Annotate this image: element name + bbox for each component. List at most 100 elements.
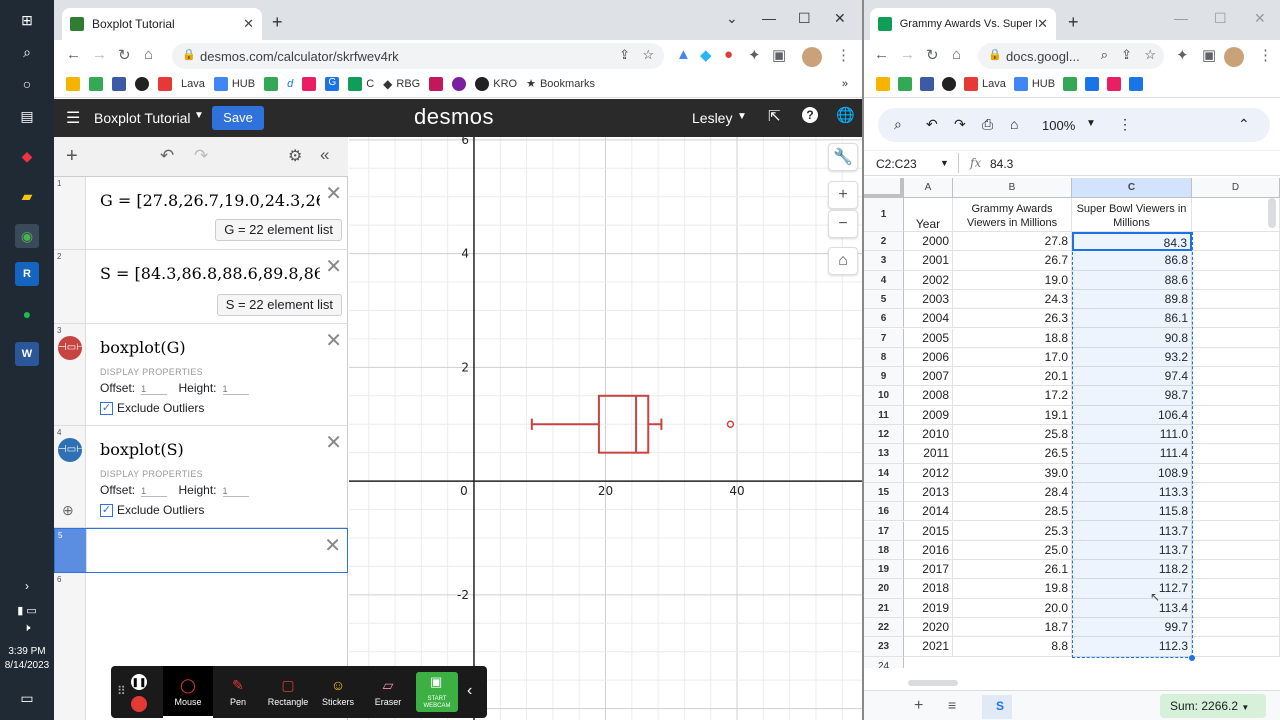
pen-tool-button[interactable]: ✎ Pen [213, 666, 263, 718]
windows-start-icon[interactable]: ⊞ [15, 8, 39, 32]
spotify-icon[interactable]: ● [15, 302, 39, 326]
cell-grammy-viewers[interactable]: 19.1 [953, 405, 1072, 425]
offset-input[interactable]: 1 [141, 384, 168, 395]
undo-icon[interactable]: ↶ [926, 116, 938, 133]
row-header[interactable]: 8 [864, 347, 904, 368]
column-header-a[interactable]: A [904, 178, 953, 198]
chrome-icon[interactable]: ◉ [15, 224, 39, 248]
extensions-icon[interactable]: ✦ [1176, 46, 1189, 64]
r-app-icon[interactable]: R [15, 262, 39, 286]
cell-grammy-viewers[interactable]: 28.4 [953, 482, 1072, 503]
empty-cell[interactable] [1192, 444, 1280, 464]
more-options-icon[interactable]: ⋮ [1118, 116, 1132, 133]
close-tab-icon[interactable]: ✕ [1037, 16, 1048, 32]
bookmark-icon[interactable] [876, 76, 890, 91]
empty-cell[interactable] [1192, 598, 1280, 618]
row-header[interactable]: 11 [864, 405, 904, 425]
back-icon[interactable]: ← [66, 46, 81, 63]
new-tab-icon[interactable]: + [272, 12, 283, 33]
stop-record-icon[interactable] [131, 696, 147, 712]
row-header[interactable]: 20 [864, 579, 904, 599]
delete-expression-icon[interactable]: ✕ [325, 181, 342, 206]
add-sheet-icon[interactable]: + [914, 697, 923, 715]
empty-expression-row-active[interactable]: 5 ✕ [54, 528, 348, 573]
header-super-bowl[interactable]: Super Bowl Viewers in Millions [1072, 198, 1192, 232]
drive-icon[interactable] [264, 76, 279, 91]
cell-grammy-viewers[interactable]: 26.3 [953, 309, 1072, 329]
name-box[interactable]: C2:C23 [876, 157, 917, 171]
cell-year[interactable]: 2002 [904, 270, 953, 290]
cell-year[interactable]: 2000 [904, 232, 953, 252]
bookmark-star-icon[interactable]: ☆ [642, 47, 654, 63]
exclude-outliers-option[interactable]: ✓ Exclude Outliers [100, 503, 204, 518]
share-icon[interactable]: ⇪ [619, 47, 630, 63]
cell-year[interactable]: 2001 [904, 251, 953, 271]
settings-gear-icon[interactable]: ⚙ [288, 146, 302, 166]
maximize-icon[interactable]: ☐ [1214, 10, 1227, 27]
extensions-icon[interactable]: ✦ [748, 46, 761, 64]
row-header[interactable]: 24 [864, 656, 904, 668]
empty-cell[interactable] [1192, 198, 1280, 232]
home-icon[interactable]: ⌂ [952, 46, 961, 63]
cell-grammy-viewers[interactable]: 20.1 [953, 367, 1072, 387]
redo-icon[interactable]: ↷ [954, 116, 966, 133]
redo-icon[interactable]: ↷ [194, 146, 208, 166]
hamburger-menu-icon[interactable]: ☰ [66, 108, 80, 128]
eraser-tool-button[interactable]: ▱ Eraser [363, 666, 413, 718]
stickers-tool-button[interactable]: ☺ Stickers [313, 666, 363, 718]
bookmark-hub[interactable]: HUB [1013, 76, 1055, 91]
cell-grammy-viewers[interactable]: 20.0 [953, 598, 1072, 618]
cell-year[interactable]: 2003 [904, 289, 953, 310]
zoom-fit-icon[interactable]: ⊕ [62, 502, 74, 519]
cell-year[interactable]: 2007 [904, 367, 953, 387]
cell-year[interactable]: 2013 [904, 482, 953, 503]
row-header[interactable]: 16 [864, 502, 904, 522]
zoom-in-icon[interactable]: + [828, 181, 858, 209]
close-tab-icon[interactable]: ✕ [243, 16, 254, 32]
empty-cell[interactable] [1192, 367, 1280, 387]
cell-grammy-viewers[interactable]: 25.0 [953, 540, 1072, 561]
pause-icon[interactable]: ❚❚ [131, 674, 147, 690]
clock-date[interactable]: 8/14/2023 [0, 660, 54, 671]
graph-paper[interactable]: 02040642-2-4 [349, 137, 862, 720]
empty-cell[interactable] [1192, 425, 1280, 445]
cell-grammy-viewers[interactable]: 18.8 [953, 328, 1072, 348]
row-header[interactable]: 13 [864, 444, 904, 464]
rectangle-tool-button[interactable]: ▢ Rectangle [263, 666, 313, 718]
row-header[interactable]: 14 [864, 463, 904, 483]
ext-icon[interactable]: ◆ [700, 46, 712, 64]
boxplot-color-icon[interactable]: ⊣▭⊢ [58, 438, 85, 462]
url-field[interactable]: 🔒 docs.googl... ⌕ ⇪ ☆ [978, 43, 1164, 69]
offset-input[interactable]: 1 [141, 486, 168, 497]
back-icon[interactable]: ← [874, 46, 889, 63]
name-box-dropdown-icon[interactable]: ▼ [940, 158, 949, 168]
zoom-select[interactable]: 100% [1042, 118, 1075, 133]
row-header[interactable]: 9 [864, 367, 904, 387]
vertical-scrollbar[interactable] [1268, 198, 1276, 228]
zoom-lens-icon[interactable]: ⌕ [1101, 47, 1108, 63]
column-header-c[interactable]: C [1072, 178, 1192, 198]
expression-row[interactable]: 3 ⊣▭⊢ boxplot(G) ✕ DISPLAY PROPERTIES Of… [54, 324, 348, 426]
close-window-icon[interactable]: ✕ [1254, 10, 1266, 27]
empty-cell[interactable] [1192, 540, 1280, 561]
sidepanel-icon[interactable]: ▣ [1202, 46, 1216, 64]
collapse-list-icon[interactable]: « [320, 145, 329, 165]
cell-grammy-viewers[interactable]: 39.0 [953, 463, 1072, 483]
bookmark-icon[interactable] [89, 76, 103, 91]
empty-cell[interactable] [1192, 521, 1280, 541]
add-item-icon[interactable]: + [66, 145, 78, 168]
collapse-toolbar-icon[interactable]: ‹ [467, 682, 472, 700]
empty-cell[interactable] [1192, 482, 1280, 503]
bookmark-icon[interactable] [429, 76, 444, 91]
expression-boxplot-s[interactable]: boxplot(S) [100, 440, 184, 459]
cell-year[interactable]: 2019 [904, 598, 953, 618]
sidepanel-icon[interactable]: ▣ [772, 46, 786, 64]
row-header[interactable]: 23 [864, 637, 904, 657]
exclude-outliers-option[interactable]: ✓ Exclude Outliers [100, 401, 204, 416]
start-webcam-button[interactable]: ▣ START WEBCAM [416, 672, 458, 712]
undo-icon[interactable]: ↶ [160, 146, 174, 166]
volume-icon[interactable]: 🕨 [15, 616, 39, 640]
cell-year[interactable]: 2021 [904, 637, 953, 657]
empty-cell[interactable] [1192, 386, 1280, 406]
default-viewport-home-icon[interactable]: ⌂ [828, 247, 858, 275]
